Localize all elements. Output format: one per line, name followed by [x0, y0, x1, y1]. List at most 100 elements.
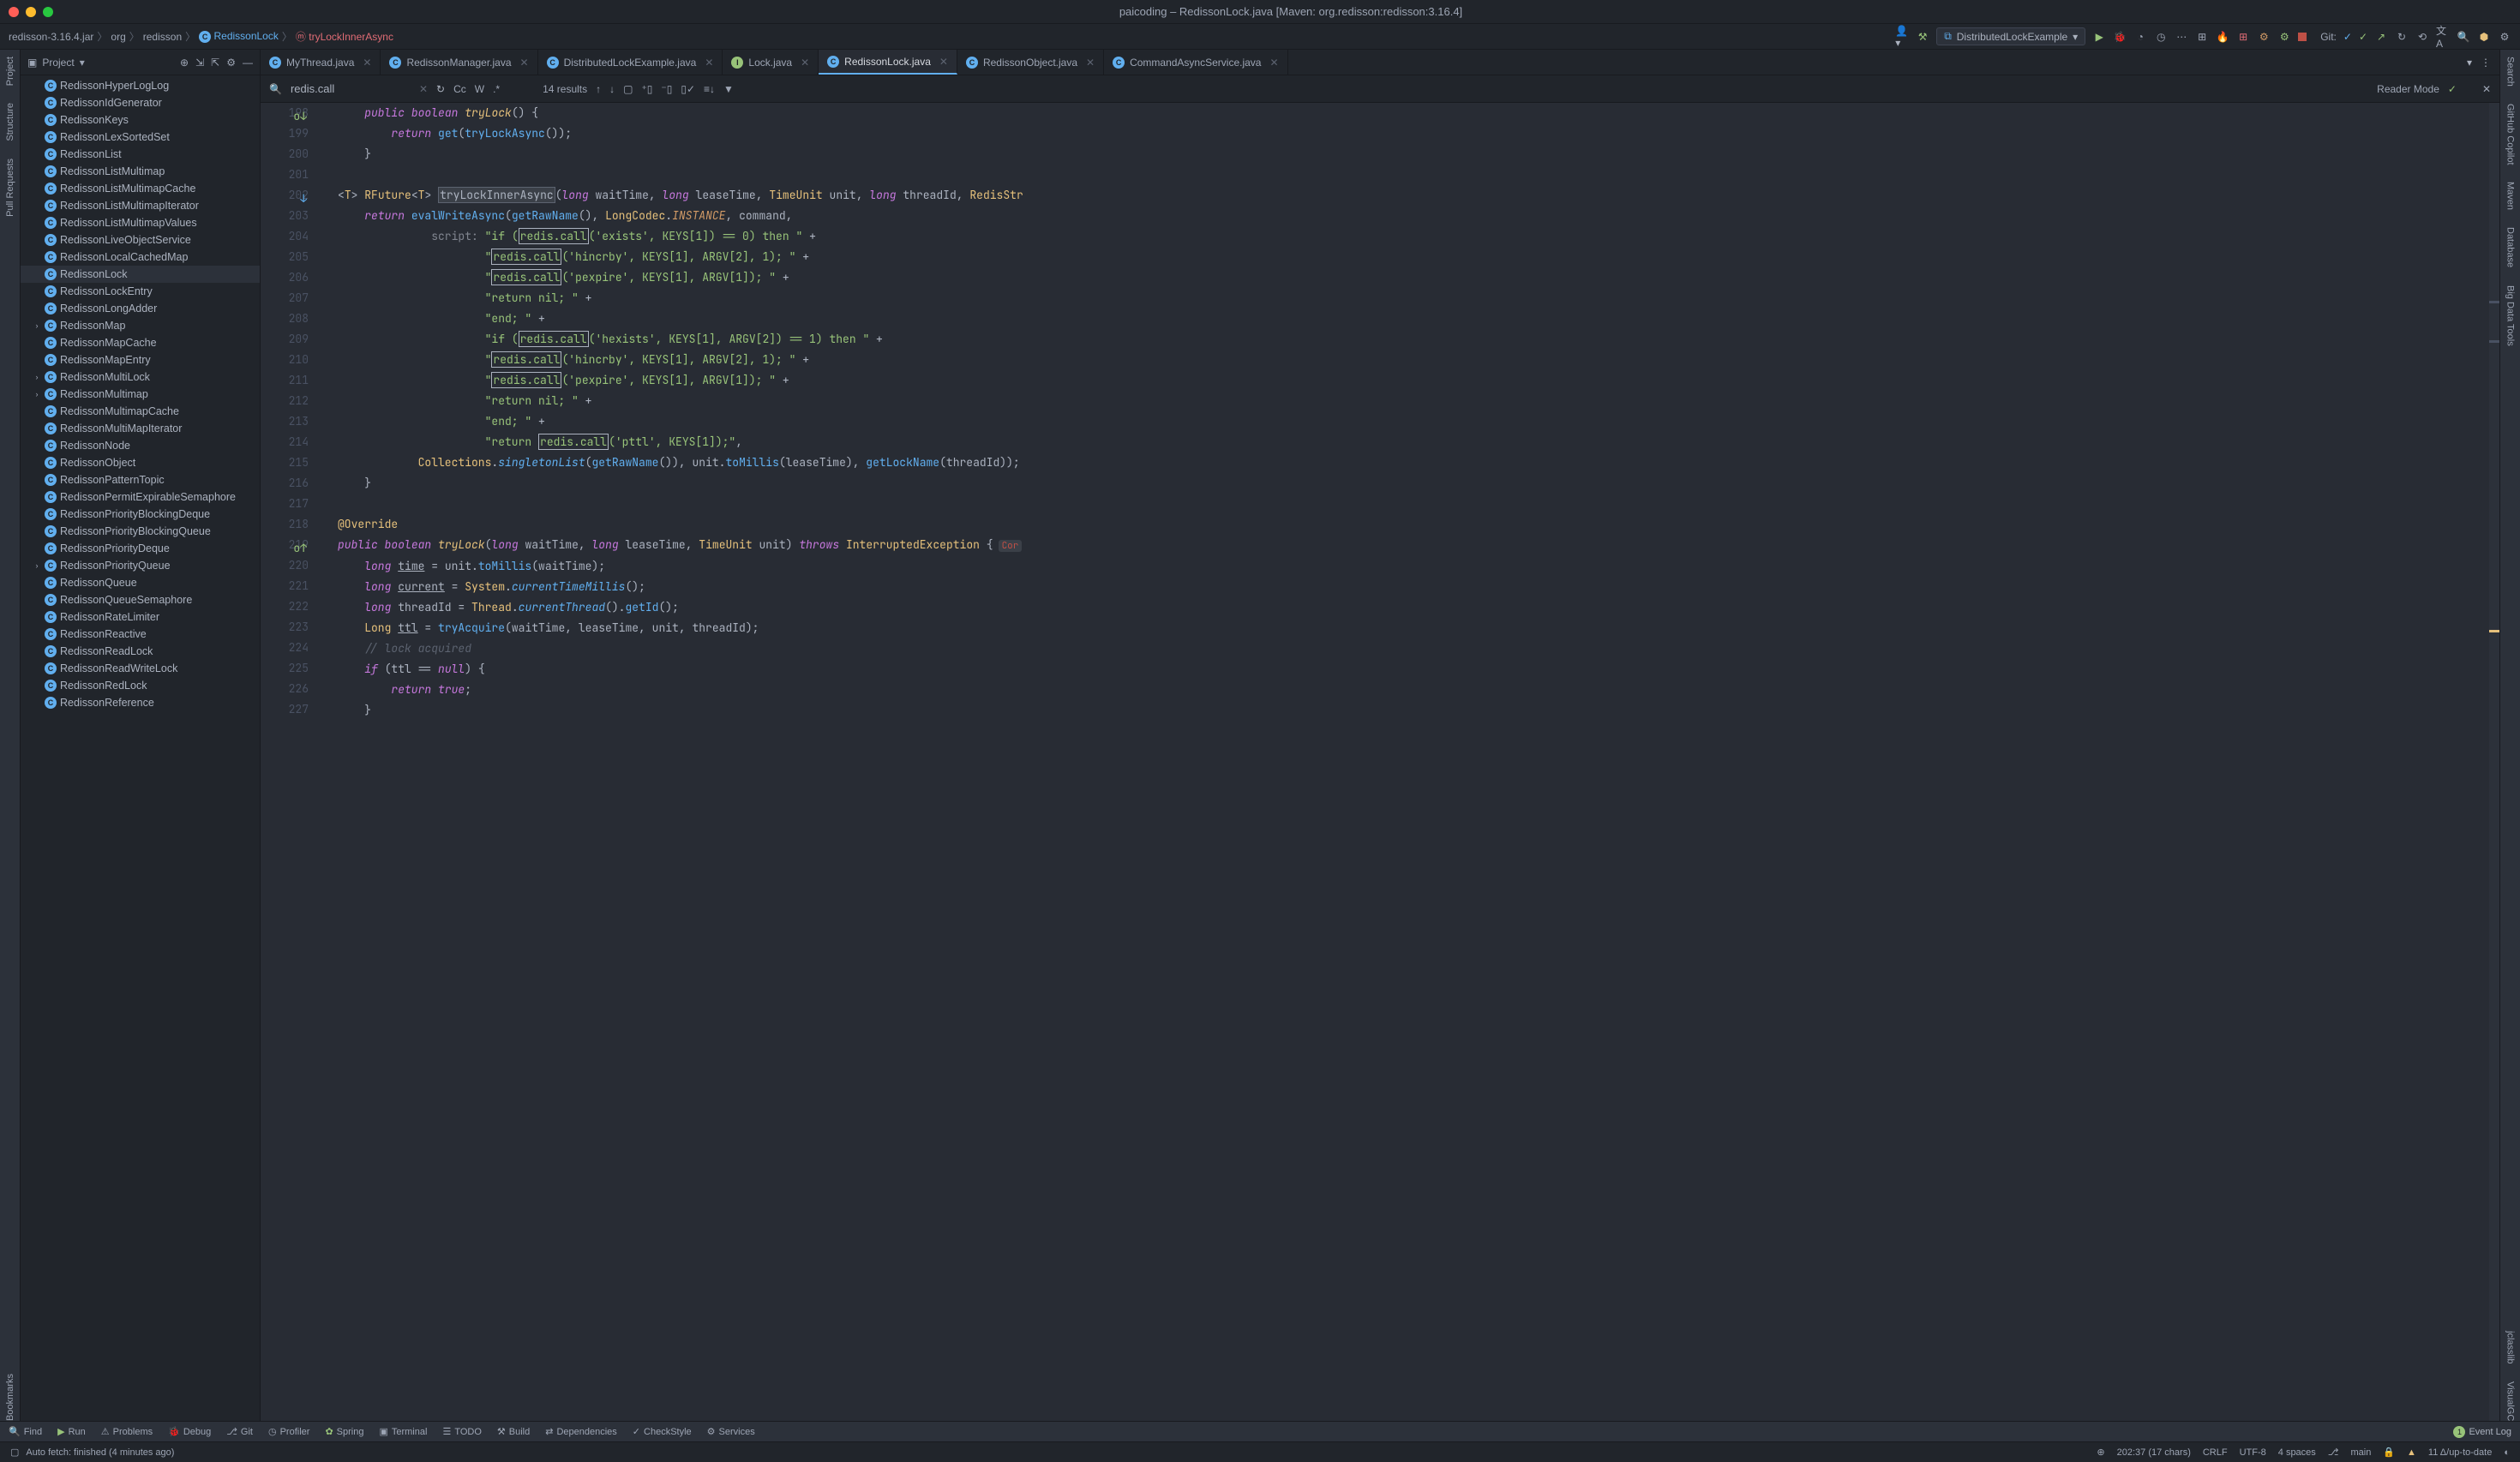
history-icon[interactable]: ↻ — [2395, 30, 2409, 44]
line-number[interactable]: 205 — [267, 247, 309, 267]
breadcrumb-item[interactable]: ⓜ tryLockInnerAsync — [296, 29, 393, 44]
tool-profiler[interactable]: ◷Profiler — [268, 1426, 309, 1437]
tree-item[interactable]: CRedissonRateLimiter — [21, 608, 260, 626]
select-occurrences-icon[interactable]: ▯✓ — [681, 83, 695, 95]
indent-info[interactable]: 4 spaces — [2278, 1447, 2316, 1458]
line-number[interactable]: 214 — [267, 432, 309, 452]
git-branch[interactable]: main — [2350, 1447, 2371, 1458]
words-toggle[interactable]: W — [475, 83, 484, 95]
filter-icon[interactable]: ▼ — [723, 83, 734, 95]
breadcrumb-item[interactable]: redisson — [143, 31, 182, 43]
tree-item[interactable]: CRedissonListMultimap — [21, 163, 260, 180]
line-number[interactable]: 212 — [267, 391, 309, 411]
line-number[interactable]: 221 — [267, 576, 309, 596]
more-actions-icon[interactable]: ⋯ — [2175, 30, 2188, 44]
tool-deps[interactable]: ⇄Dependencies — [545, 1426, 617, 1437]
tree-item[interactable]: CRedissonPriorityBlockingQueue — [21, 523, 260, 540]
profiler-button[interactable]: ◷ — [2154, 30, 2168, 44]
rail-visualgc[interactable]: VisualGC — [2505, 1381, 2516, 1421]
close-tab-icon[interactable]: ✕ — [363, 57, 371, 69]
tree-item[interactable]: CRedissonListMultimapIterator — [21, 197, 260, 214]
line-number[interactable]: 198o↓ — [267, 103, 309, 123]
line-number[interactable]: 219o↑ — [267, 535, 309, 555]
editor-content[interactable]: public boolean tryLock() { return get(tr… — [329, 103, 2499, 1421]
tree-item[interactable]: CRedissonLocalCachedMap — [21, 249, 260, 266]
tool-spring[interactable]: ✿Spring — [325, 1426, 363, 1437]
override-marker[interactable]: o↓ — [293, 106, 307, 120]
rail-pull-requests[interactable]: Pull Requests — [5, 159, 15, 217]
tree-item[interactable]: ›CRedissonMultiLock — [21, 368, 260, 386]
rail-copilot[interactable]: GitHub Copilot — [2505, 104, 2516, 165]
close-tab-icon[interactable]: ✕ — [705, 57, 713, 69]
inlay-hint[interactable]: Cor — [999, 540, 1023, 552]
minimize-window-button[interactable] — [26, 7, 36, 17]
tree-item[interactable]: CRedissonMultiMapIterator — [21, 420, 260, 437]
user-icon[interactable]: 👤▾ — [1895, 30, 1909, 44]
dropdown-icon[interactable]: ▾ — [2467, 57, 2472, 69]
stop-button[interactable] — [2298, 33, 2307, 41]
tool-debug[interactable]: 🐞Debug — [168, 1426, 211, 1437]
tree-item[interactable]: CRedissonPriorityDeque — [21, 540, 260, 557]
pending-updates[interactable]: 11 Δ/up-to-date — [2428, 1447, 2492, 1458]
translate-icon[interactable]: 文A — [2436, 30, 2450, 44]
line-number[interactable]: 209 — [267, 329, 309, 350]
tree-item[interactable]: CRedissonMapEntry — [21, 351, 260, 368]
tree-item[interactable]: CRedissonLock — [21, 266, 260, 283]
project-tree[interactable]: CRedissonHyperLogLogCRedissonIdGenerator… — [21, 75, 260, 1421]
line-number[interactable]: 211 — [267, 370, 309, 391]
close-find-icon[interactable]: ✕ — [2482, 83, 2491, 95]
error-stripe[interactable] — [2489, 103, 2499, 1421]
line-number[interactable]: 206 — [267, 267, 309, 288]
tool-find[interactable]: 🔍Find — [9, 1426, 42, 1437]
line-number[interactable]: 215 — [267, 452, 309, 473]
select-all-icon[interactable]: ▢ — [623, 83, 633, 95]
tree-item[interactable]: CRedissonReadWriteLock — [21, 660, 260, 677]
hide-icon[interactable]: — — [243, 57, 253, 69]
line-number[interactable]: 200 — [267, 144, 309, 165]
tool-problems[interactable]: ⚠Problems — [101, 1426, 153, 1437]
editor-tab[interactable]: CRedissonObject.java✕ — [957, 50, 1104, 75]
tree-item[interactable]: CRedissonLockEntry — [21, 283, 260, 300]
more-icon[interactable]: ⋮ — [2481, 57, 2491, 69]
expand-icon[interactable]: ⇲ — [195, 57, 204, 69]
close-tab-icon[interactable]: ✕ — [520, 57, 529, 69]
tree-item[interactable]: CRedissonQueueSemaphore — [21, 591, 260, 608]
code-editor[interactable]: 198o↓199200201202↓2032042052062072082092… — [261, 103, 2499, 1421]
cursor-position[interactable]: 202:37 (17 chars) — [2117, 1447, 2191, 1458]
debug-button[interactable]: 🐞 — [2113, 30, 2127, 44]
close-window-button[interactable] — [9, 7, 19, 17]
tree-item[interactable]: CRedissonPatternTopic — [21, 471, 260, 488]
clear-search-icon[interactable]: ✕ — [419, 83, 428, 95]
tool-run[interactable]: ▶Run — [57, 1426, 86, 1437]
rail-bigdata[interactable]: Big Data Tools — [2505, 285, 2516, 346]
coverage-button[interactable]: ◔ — [2133, 30, 2147, 44]
line-number[interactable]: 210 — [267, 350, 309, 370]
search-icon[interactable]: 🔍 — [2457, 30, 2470, 44]
tree-item[interactable]: CRedissonListMultimapValues — [21, 214, 260, 231]
tree-item[interactable]: CRedissonRedLock — [21, 677, 260, 694]
breadcrumb-item[interactable]: C RedissonLock — [199, 30, 279, 43]
rail-bookmarks[interactable]: Bookmarks — [5, 1374, 15, 1421]
tree-item[interactable]: CRedissonLongAdder — [21, 300, 260, 317]
lock-icon[interactable]: 🔒 — [2383, 1447, 2395, 1458]
editor-tab[interactable]: CDistributedLockExample.java✕ — [538, 50, 723, 75]
status-icon[interactable]: ▢ — [10, 1447, 19, 1458]
tree-item[interactable]: CRedissonKeys — [21, 111, 260, 129]
line-number[interactable]: 213 — [267, 411, 309, 432]
line-number[interactable]: 207 — [267, 288, 309, 309]
tree-item[interactable]: ›CRedissonMultimap — [21, 386, 260, 403]
line-number[interactable]: 208 — [267, 309, 309, 329]
line-number[interactable]: 199 — [267, 123, 309, 144]
find-input[interactable] — [291, 82, 411, 95]
update-project-icon[interactable]: ✓ — [2343, 31, 2352, 43]
editor-tab[interactable]: CMyThread.java✕ — [261, 50, 381, 75]
copilot-icon[interactable]: ⊕ — [2097, 1447, 2104, 1458]
tree-item[interactable]: CRedissonReadLock — [21, 643, 260, 660]
line-number[interactable]: 201 — [267, 165, 309, 185]
editor-tab[interactable]: CRedissonLock.java✕ — [819, 50, 957, 75]
tool-checkstyle[interactable]: ✓CheckStyle — [633, 1426, 692, 1437]
tree-item[interactable]: CRedissonList — [21, 146, 260, 163]
tree-item[interactable]: ›CRedissonMap — [21, 317, 260, 334]
tree-item[interactable]: CRedissonReference — [21, 694, 260, 711]
tree-item[interactable]: CRedissonReactive — [21, 626, 260, 643]
